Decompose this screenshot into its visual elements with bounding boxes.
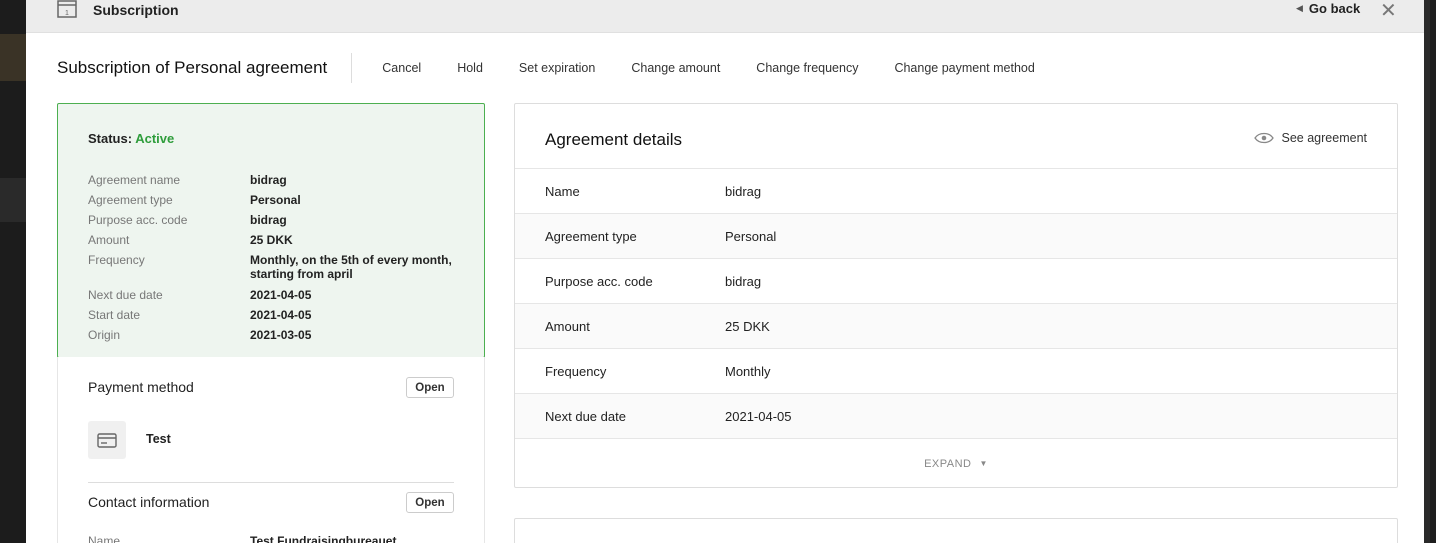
- status-row-key: Origin: [88, 328, 121, 342]
- close-icon[interactable]: ✕: [1380, 0, 1397, 23]
- go-back-label: Go back: [1308, 1, 1361, 16]
- status-row: Agreement name bidrag: [88, 173, 460, 187]
- see-agreement-button[interactable]: See agreement: [1253, 131, 1367, 145]
- action-bar: Cancel Hold Set expiration Change amount…: [362, 61, 1053, 75]
- divider: [88, 482, 454, 483]
- details-row-value: Monthly: [725, 363, 771, 379]
- details-row-value: bidrag: [725, 183, 762, 199]
- backdrop: [0, 0, 26, 543]
- status-row-key: Agreement name: [88, 173, 181, 187]
- backdrop-block: [0, 178, 26, 222]
- back-arrow-icon: ◀: [1296, 3, 1303, 13]
- modal-title: Subscription: [93, 2, 179, 18]
- status-badge: Active: [135, 131, 175, 146]
- hold-button[interactable]: Hold: [439, 61, 501, 75]
- status-row-value: bidrag: [250, 173, 287, 187]
- contact-name-key: Name: [88, 534, 121, 543]
- details-row: Name bidrag: [515, 168, 1397, 213]
- details-row-key: Frequency: [545, 363, 607, 379]
- contact-information-title: Contact information: [88, 494, 210, 510]
- status-row-value: Monthly, on the 5th of every month, star…: [250, 253, 452, 281]
- status-row: Amount 25 DKK: [88, 233, 460, 247]
- status-row: Next due date 2021-04-05: [88, 288, 460, 302]
- status-row-value: 2021-04-05: [250, 288, 312, 302]
- secondary-card: [514, 518, 1398, 543]
- status-row-value: Personal: [250, 193, 301, 207]
- details-row: Purpose acc. code bidrag: [515, 258, 1397, 303]
- expand-button[interactable]: EXPAND ▼: [515, 438, 1397, 488]
- status-row: Frequency Monthly, on the 5th of every m…: [88, 253, 460, 281]
- page-title: Subscription of Personal agreement: [57, 53, 353, 83]
- status-row-key: Next due date: [88, 288, 163, 302]
- status-label: Status:: [88, 131, 133, 146]
- details-row-value: bidrag: [725, 273, 762, 289]
- expand-label: EXPAND: [924, 457, 972, 470]
- agreement-details-title: Agreement details: [545, 130, 683, 149]
- change-amount-button[interactable]: Change amount: [613, 61, 738, 75]
- set-expiration-button[interactable]: Set expiration: [501, 61, 613, 75]
- cancel-button[interactable]: Cancel: [362, 61, 439, 75]
- change-frequency-button[interactable]: Change frequency: [738, 61, 876, 75]
- status-row: Origin 2021-03-05: [88, 328, 460, 342]
- toolbar: Subscription of Personal agreement Cance…: [57, 52, 1053, 84]
- details-row-key: Purpose acc. code: [545, 273, 653, 289]
- contact-name-value: Test Fundraisingbureauet: [250, 534, 397, 543]
- status-row-value: 2021-04-05: [250, 308, 312, 322]
- status-row: Agreement type Personal: [88, 193, 460, 207]
- modal-edge: [1424, 0, 1430, 543]
- status-row-value: 2021-03-05: [250, 328, 312, 342]
- status-row-value: 25 DKK: [250, 233, 293, 247]
- status-row-key: Agreement type: [88, 193, 173, 207]
- status-line: Status: Active: [88, 131, 174, 146]
- status-row-key: Start date: [88, 308, 141, 322]
- svg-text:1: 1: [65, 10, 69, 17]
- status-card: Status: Active Agreement name bidrag Agr…: [57, 103, 485, 358]
- change-payment-method-button[interactable]: Change payment method: [876, 61, 1052, 75]
- go-back-button[interactable]: ◀ Go back: [1296, 1, 1360, 16]
- details-row-value: 2021-04-05: [725, 408, 792, 424]
- payment-method-icon-box: [88, 421, 126, 459]
- see-agreement-label: See agreement: [1281, 131, 1367, 145]
- payment-method-open-button[interactable]: Open: [406, 377, 454, 398]
- details-row: Agreement type Personal: [515, 213, 1397, 258]
- status-row-key: Frequency: [88, 253, 145, 267]
- details-row-key: Amount: [545, 318, 590, 334]
- calendar-icon: 1: [57, 0, 77, 18]
- backdrop-block: [0, 34, 26, 81]
- status-row-key: Amount: [88, 233, 130, 247]
- chevron-down-icon: ▼: [979, 459, 988, 468]
- details-row-key: Next due date: [545, 408, 626, 424]
- details-row-value: Personal: [725, 228, 777, 244]
- eye-icon: [1253, 132, 1274, 144]
- contact-information-open-button[interactable]: Open: [406, 492, 454, 513]
- payment-method-name: Test: [146, 432, 171, 446]
- details-row: Frequency Monthly: [515, 348, 1397, 393]
- payment-method-title: Payment method: [88, 379, 194, 395]
- details-row: Next due date 2021-04-05: [515, 393, 1397, 438]
- details-row-key: Agreement type: [545, 228, 637, 244]
- status-row: Start date 2021-04-05: [88, 308, 460, 322]
- details-row-value: 25 DKK: [725, 318, 770, 334]
- status-row: Purpose acc. code bidrag: [88, 213, 460, 227]
- details-row: Amount 25 DKK: [515, 303, 1397, 348]
- status-row-key: Purpose acc. code: [88, 213, 188, 227]
- agreement-details-card: Agreement details See agreement Name bid…: [514, 103, 1398, 488]
- status-row-value: bidrag: [250, 213, 287, 227]
- modal-header: 1 Subscription ◀ Go back ✕: [26, 0, 1430, 33]
- credit-card-icon: [97, 432, 117, 448]
- subscription-modal: 1 Subscription ◀ Go back ✕ Subscription …: [26, 0, 1430, 543]
- details-row-key: Name: [545, 183, 580, 199]
